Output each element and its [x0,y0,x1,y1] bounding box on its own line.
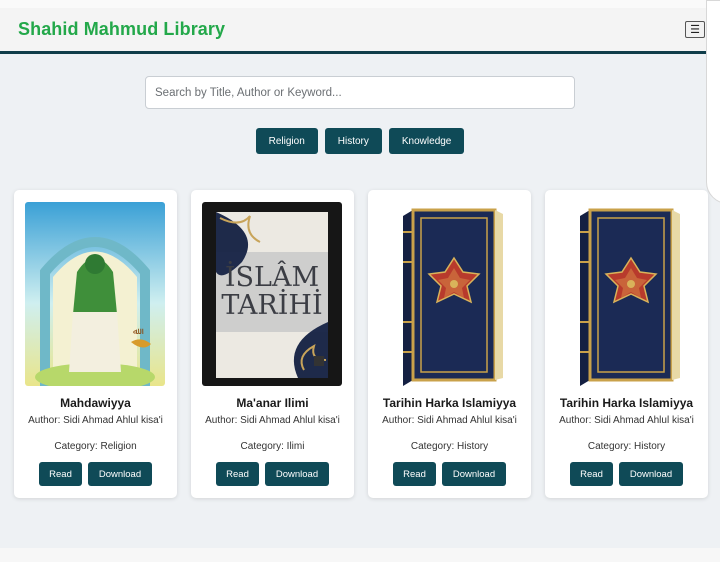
book-actions: Read Download [191,462,354,486]
book-category: Category: Ilimi [240,441,305,452]
book-category: Category: History [587,441,666,452]
page-title: Shahid Mahmud Library [18,19,226,39]
svg-text:TARİHİ: TARİHİ [221,288,322,321]
read-button[interactable]: Read [216,462,259,486]
book-title: Tarihin Harka Islamiyya [382,396,517,410]
book-card: Tarihin Harka Islamiyya Author: Sidi Ahm… [368,190,531,498]
book-author: Author: Sidi Ahmad Ahlul kisa'i [559,415,694,426]
category-history-button[interactable]: History [324,128,382,154]
book-title: Tarihin Harka Islamiyya [559,396,694,410]
side-drawer-edge[interactable] [706,0,720,204]
download-button[interactable]: Download [442,462,506,486]
book-cover-image[interactable] [379,202,519,386]
book-cover-image[interactable] [556,202,696,386]
book-card: Tarihin Harka Islamiyya Author: Sidi Ahm… [545,190,708,498]
book-actions: Read Download [368,462,531,486]
svg-text:İSLÂM: İSLÂM [225,260,319,293]
download-button[interactable]: Download [88,462,152,486]
category-filters: Religion History Knowledge [0,128,720,154]
category-knowledge-button[interactable]: Knowledge [388,128,465,154]
book-card: İSLÂM TARİHİ Ma'anar Ilimi Author: Sidi … [191,190,354,498]
book-category: Category: History [410,441,489,452]
book-card: ﷲ Mahdawiyya Author: Sidi Ahmad Ahlul ki… [14,190,177,498]
book-cover-image[interactable]: ﷲ [25,202,165,386]
top-strip [0,0,720,8]
book-author: Author: Sidi Ahmad Ahlul kisa'i [205,415,340,426]
book-category: Category: Religion [54,441,137,452]
read-button[interactable]: Read [39,462,82,486]
book-grid: ﷲ Mahdawiyya Author: Sidi Ahmad Ahlul ki… [14,190,708,498]
book-author: Author: Sidi Ahmad Ahlul kisa'i [28,415,163,426]
menu-icon[interactable]: ☰ [685,21,705,38]
book-title: Ma'anar Ilimi [236,396,309,410]
search-input[interactable] [145,76,575,109]
header: Shahid Mahmud Library ☰ [0,8,720,54]
download-button[interactable]: Download [265,462,329,486]
download-button[interactable]: Download [619,462,683,486]
bottom-bar [0,548,720,562]
book-cover-image[interactable]: İSLÂM TARİHİ [202,202,342,386]
book-actions: Read Download [545,462,708,486]
book-actions: Read Download [14,462,177,486]
category-religion-button[interactable]: Religion [255,128,318,154]
read-button[interactable]: Read [393,462,436,486]
book-author: Author: Sidi Ahmad Ahlul kisa'i [382,415,517,426]
read-button[interactable]: Read [570,462,613,486]
book-title: Mahdawiyya [60,396,131,410]
